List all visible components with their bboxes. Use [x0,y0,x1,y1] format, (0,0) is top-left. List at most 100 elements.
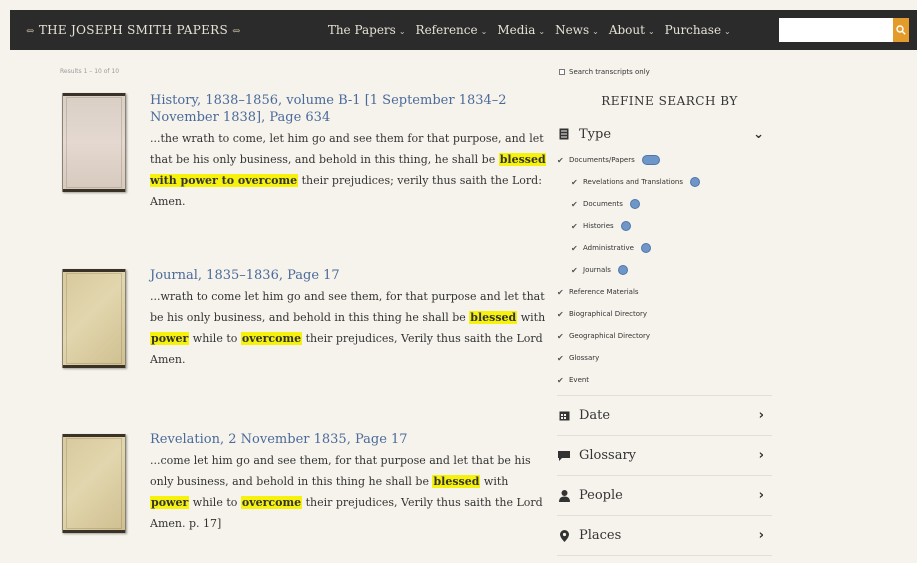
calendar-icon [557,410,571,421]
search-highlight: overcome [240,332,303,345]
option-label: Journals [583,266,611,274]
search-highlight: power [150,496,190,509]
facet-label: Glossary [579,448,637,463]
facet-option[interactable]: ✔ Glossary [557,347,772,369]
chevron-down-icon: ⌄ [724,27,731,36]
count-badge [620,221,631,231]
facet-places-header[interactable]: Places › [557,516,772,556]
chevron-down-icon: ⌄ [480,27,488,36]
count-badge [629,199,640,209]
result-title-link[interactable]: Revelation, 2 November 1835, Page 17 [150,431,546,448]
snippet-text: while to [189,496,241,509]
count-badge [641,155,660,165]
search-highlight: overcome [240,496,303,509]
facet-option[interactable]: ✔ Reference Materials [557,281,772,303]
check-icon: ✔ [571,265,578,275]
result-title-link[interactable]: History, 1838–1856, volume B-1 [1 Septem… [150,92,546,126]
facet-option[interactable]: ✔ Revelations and Translations [557,171,772,193]
facet-option[interactable]: ✔ Journals [557,259,772,281]
chevron-down-icon: ⌄ [538,27,546,36]
check-icon: ✔ [571,221,578,231]
facet-option[interactable]: ✔ Biographical Directory [557,303,772,325]
check-icon: ✔ [557,155,564,165]
option-label: Biographical Directory [569,310,648,318]
chevron-down-icon: ⌄ [647,27,655,36]
checkbox-icon[interactable] [559,69,565,75]
chevron-down-icon: ⌄ [398,27,406,36]
result-snippet: ...wrath to come let him go and see them… [150,286,546,370]
nav-label: News [555,23,590,37]
facet-type-header[interactable]: Type ⌄ [557,119,772,149]
facet-option[interactable]: ✔ Documents [557,193,772,215]
facet-option[interactable]: ✔ Event [557,369,772,391]
check-icon: ✔ [571,199,578,209]
count-badge [640,243,651,253]
nav-label: The Papers [327,23,396,37]
facet-option[interactable]: ✔ Geographical Directory [557,325,772,347]
option-label: Administrative [583,244,634,252]
nav-purchase[interactable]: Purchase ⌄ [660,23,736,37]
site-logo[interactable]: ⇔ THE JOSEPH SMITH PAPERS ⇔ [26,23,241,37]
option-label: Geographical Directory [569,332,651,340]
map-pin-icon [557,529,571,542]
nav-media[interactable]: Media ⌄ [492,23,550,37]
nav-label: Reference [415,23,478,37]
brand-ornament-right: ⇔ [232,26,241,37]
nav-news[interactable]: News ⌄ [550,23,604,37]
chevron-right-icon: › [758,488,764,503]
brand-ornament-left: ⇔ [26,26,35,37]
facet-glossary-header[interactable]: Glossary › [557,436,772,476]
check-icon: ✔ [557,287,564,297]
nav-label: About [608,23,645,37]
facet-option[interactable]: ✔ Histories [557,215,772,237]
document-thumbnail[interactable] [62,434,126,533]
top-navigation-bar: ⇔ THE JOSEPH SMITH PAPERS ⇔ The Papers ⌄ … [10,10,917,50]
snippet-text: with [517,311,546,324]
chevron-right-icon: › [758,408,764,423]
facet-label: People [579,488,623,503]
option-label: Revelations and Translations [583,178,684,186]
facet-option[interactable]: ✔ Administrative [557,237,772,259]
count-badge [690,177,701,187]
option-label: Documents/Papers [569,156,635,164]
count-badge [617,265,628,275]
facet-stack: Date › Glossary › People › Places › [557,395,772,556]
option-label: Histories [583,222,614,230]
facet-people-header[interactable]: People › [557,476,772,516]
search-highlight: power [150,332,190,345]
comment-icon [557,450,571,461]
brand-text: THE JOSEPH SMITH PAPERS [38,23,228,37]
check-icon: ✔ [557,353,564,363]
document-thumbnail[interactable] [62,93,126,192]
option-label: Documents [583,200,623,208]
search-transcripts-checkbox[interactable]: Search transcripts only [559,68,772,76]
facet-option[interactable]: ✔ Documents/Papers [557,149,772,171]
nav-the-papers[interactable]: The Papers ⌄ [323,23,411,37]
nav-reference[interactable]: Reference ⌄ [411,23,493,37]
document-icon [557,128,571,140]
main-nav: The Papers ⌄ Reference ⌄ Media ⌄ News ⌄ Abou… [323,23,736,37]
check-icon: ✔ [557,331,564,341]
option-label: Glossary [569,354,600,362]
nav-label: Media [497,23,536,37]
result-title-link[interactable]: Journal, 1835–1836, Page 17 [150,267,546,284]
snippet-text: while to [189,332,241,345]
type-facet-list: ✔ Documents/Papers ✔ Revelations and Trans… [557,149,772,391]
refine-title: REFINE SEARCH BY [601,94,738,108]
nav-about[interactable]: About ⌄ [604,23,660,37]
search-input[interactable] [779,18,893,42]
nav-label: Purchase [664,23,722,37]
result-snippet: ...the wrath to come, let him go and see… [150,128,546,212]
facet-label: Places [579,528,622,543]
search-button[interactable] [893,18,909,42]
check-icon: ✔ [571,177,578,187]
check-icon: ✔ [557,375,564,385]
facet-date-header[interactable]: Date › [557,396,772,436]
document-thumbnail[interactable] [62,269,126,368]
search-icon [896,25,906,35]
snippet-text: with [480,475,509,488]
search-highlight: blessed [432,475,481,488]
results-count: Results 1 – 10 of 10 [60,68,120,75]
result-snippet: ...come let him go and see them, for tha… [150,450,546,534]
check-icon: ✔ [557,309,564,319]
